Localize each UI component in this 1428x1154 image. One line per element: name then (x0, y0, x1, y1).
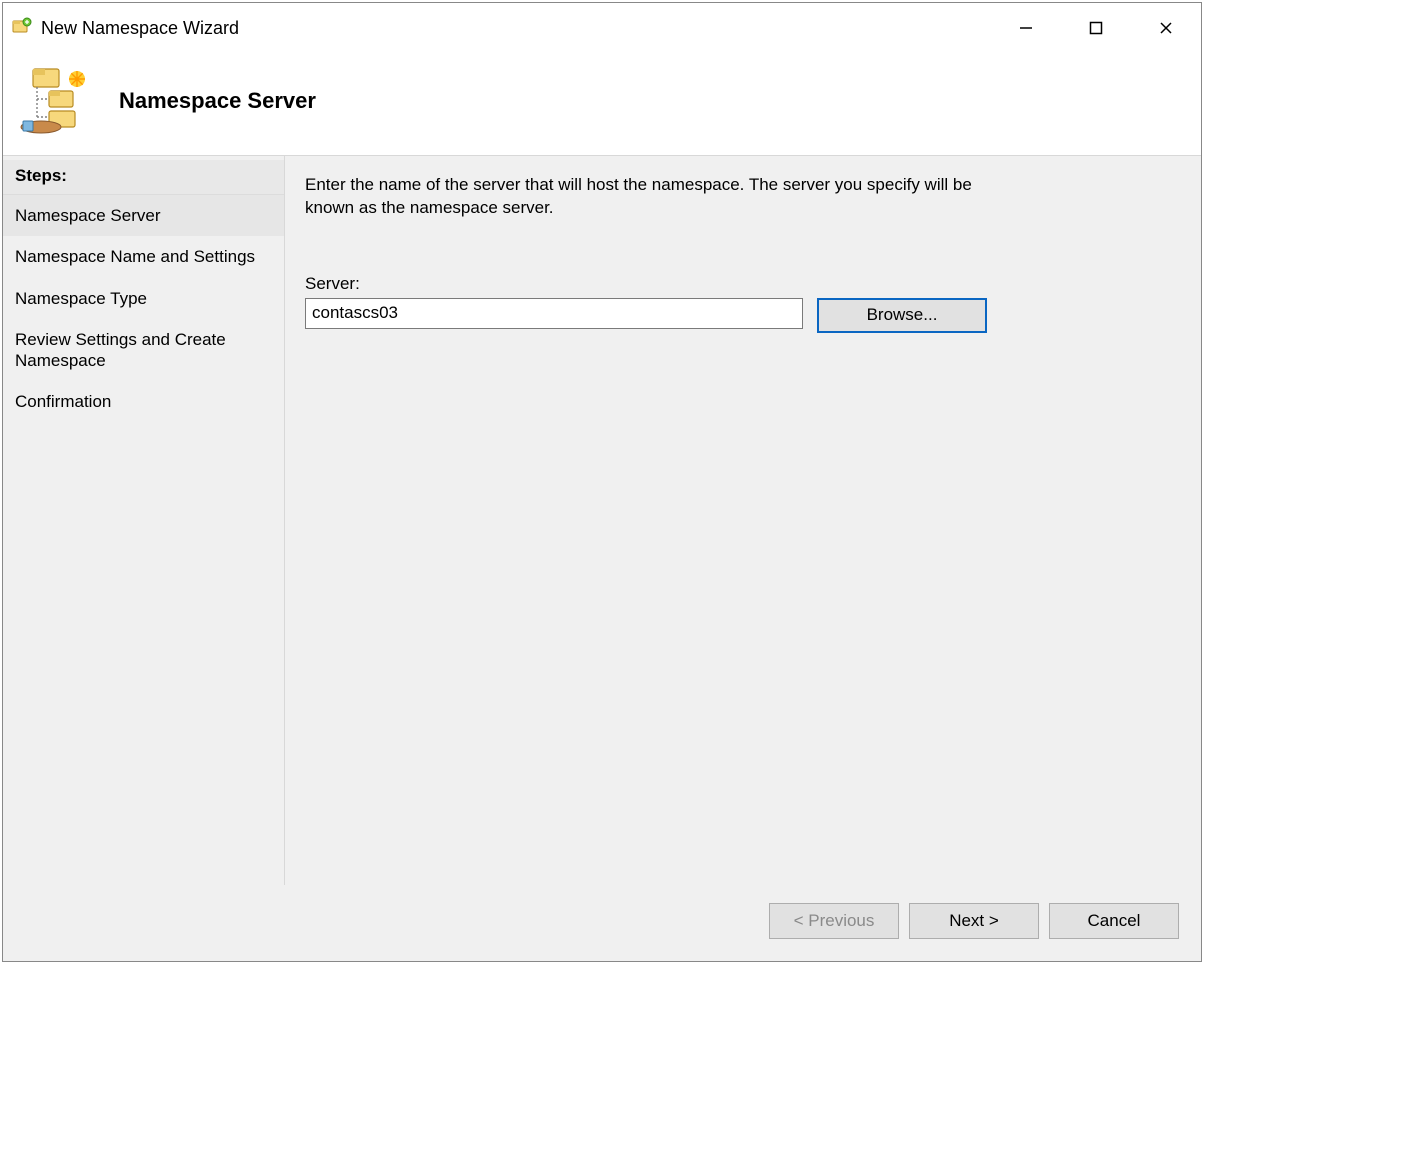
window-controls (991, 3, 1201, 53)
step-confirmation[interactable]: Confirmation (3, 381, 284, 422)
wizard-footer: < Previous Next > Cancel (3, 885, 1201, 961)
step-review-create[interactable]: Review Settings and Create Namespace (3, 319, 284, 382)
page-title: Namespace Server (119, 88, 316, 114)
cancel-button[interactable]: Cancel (1049, 903, 1179, 939)
step-namespace-server[interactable]: Namespace Server (3, 195, 284, 236)
wizard-content: Enter the name of the server that will h… (285, 156, 1201, 885)
wizard-body: Steps: Namespace Server Namespace Name a… (3, 155, 1201, 885)
step-namespace-name[interactable]: Namespace Name and Settings (3, 236, 284, 277)
wizard-window: New Namespace Wizard (2, 2, 1202, 962)
wizard-app-icon (11, 17, 33, 39)
wizard-tree-icon (19, 65, 91, 137)
close-button[interactable] (1131, 3, 1201, 53)
server-field-label: Server: (305, 274, 1179, 294)
steps-heading: Steps: (3, 160, 284, 195)
titlebar: New Namespace Wizard (3, 3, 1201, 53)
maximize-button[interactable] (1061, 3, 1131, 53)
minimize-button[interactable] (991, 3, 1061, 53)
window-title: New Namespace Wizard (41, 18, 239, 39)
next-button[interactable]: Next > (909, 903, 1039, 939)
wizard-header: Namespace Server (3, 53, 1201, 155)
steps-sidebar: Steps: Namespace Server Namespace Name a… (3, 156, 285, 885)
instruction-text: Enter the name of the server that will h… (305, 174, 985, 260)
server-input[interactable] (305, 298, 803, 329)
step-namespace-type[interactable]: Namespace Type (3, 278, 284, 319)
previous-button: < Previous (769, 903, 899, 939)
browse-button[interactable]: Browse... (817, 298, 987, 333)
